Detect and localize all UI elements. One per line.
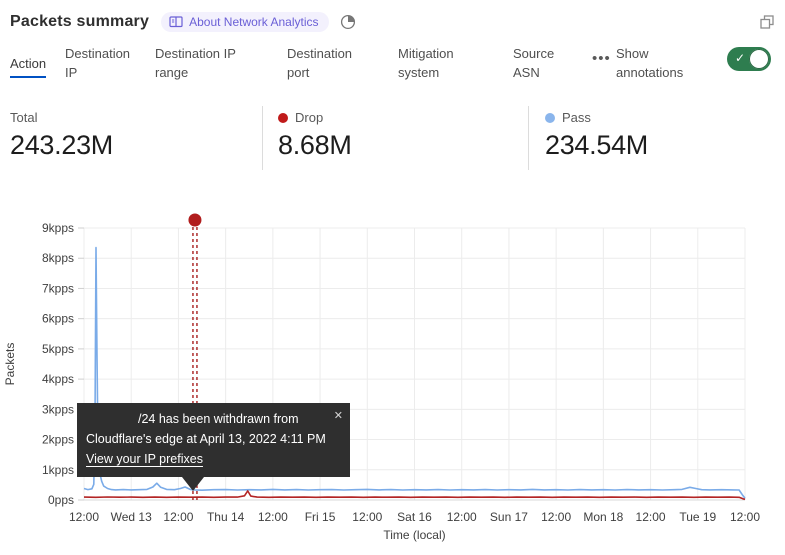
tab-action[interactable]: Action xyxy=(10,54,46,78)
x-axis-tick-label: 12:00 xyxy=(730,510,760,524)
y-axis-tick-label: 7kpps xyxy=(42,281,74,295)
stats-row: Total 243.23M Drop 8.68M Pass 234.54M xyxy=(0,106,785,176)
x-axis-title: Time (local) xyxy=(383,528,445,542)
tooltip-text-line2: Cloudflare's edge at April 13, 2022 4:11… xyxy=(86,429,341,449)
stat-pass: Pass 234.54M xyxy=(545,110,648,161)
show-annotations-label: Show annotations xyxy=(616,44,702,82)
x-axis-tick-label: Sun 17 xyxy=(490,510,528,524)
view-ip-prefixes-link[interactable]: View your IP prefixes xyxy=(86,452,203,466)
y-axis-tick-label: 0pps xyxy=(48,493,74,507)
stat-drop-value: 8.68M xyxy=(278,130,352,161)
book-icon xyxy=(169,16,183,28)
tooltip-text-line1: /24 has been withdrawn from xyxy=(86,409,341,429)
stat-divider xyxy=(262,106,263,170)
x-axis-tick-label: Fri 15 xyxy=(305,510,336,524)
about-network-analytics-badge[interactable]: About Network Analytics xyxy=(161,12,328,32)
close-icon[interactable]: ✕ xyxy=(334,406,343,426)
y-axis-tick-label: 9kpps xyxy=(42,221,74,235)
x-axis-tick-label: 12:00 xyxy=(258,510,288,524)
stat-total-value: 243.23M xyxy=(10,130,113,161)
toggle-knob xyxy=(749,49,769,69)
annotation-dot[interactable] xyxy=(188,214,201,227)
packets-chart: 12:00 Wed 13 12:00 Thu 14 12:00 Fri 15 12:00 Sa… xyxy=(0,195,785,555)
drop-legend-dot xyxy=(278,113,288,123)
show-annotations-toggle[interactable]: ✓ xyxy=(727,47,771,71)
badge-label: About Network Analytics xyxy=(189,15,318,29)
x-axis-tick-label: Sat 16 xyxy=(397,510,432,524)
x-axis-tick-label: Mon 18 xyxy=(583,510,623,524)
stat-total: Total 243.23M xyxy=(10,110,113,161)
y-axis-tick-label: 4kpps xyxy=(42,372,74,386)
expand-icon[interactable] xyxy=(759,14,775,30)
tab-destination-ip-range[interactable]: Destination IP range xyxy=(155,44,251,82)
stat-pass-value: 234.54M xyxy=(545,130,648,161)
stat-drop: Drop 8.68M xyxy=(278,110,352,161)
x-axis-tick-label: Wed 13 xyxy=(111,510,152,524)
y-axis-tick-label: 3kpps xyxy=(42,402,74,416)
toggle-check-icon: ✓ xyxy=(735,51,745,65)
stat-divider xyxy=(528,106,529,170)
x-axis-tick-label: 12:00 xyxy=(636,510,666,524)
packets-summary-panel: Packets summary About Network Analytics xyxy=(0,0,785,555)
x-axis-tick-label: 12:00 xyxy=(447,510,477,524)
tab-mitigation-system[interactable]: Mitigation system xyxy=(398,44,478,82)
y-axis-tick-label: 1kpps xyxy=(42,463,74,477)
stat-drop-label: Drop xyxy=(295,110,323,125)
y-axis-tick-label: 5kpps xyxy=(42,342,74,356)
page-title: Packets summary xyxy=(10,13,149,31)
x-axis-tick-label: Thu 14 xyxy=(207,510,245,524)
pass-legend-dot xyxy=(545,113,555,123)
tab-destination-ip[interactable]: Destination IP xyxy=(65,44,137,82)
x-axis-tick-label: 12:00 xyxy=(69,510,99,524)
x-axis-tick-label: 12:00 xyxy=(541,510,571,524)
y-axis-tick-label: 2kpps xyxy=(42,433,74,447)
annotation-tooltip: ✕ /24 has been withdrawn from Cloudflare… xyxy=(77,403,350,477)
time-period-icon[interactable] xyxy=(339,13,357,31)
stat-pass-label: Pass xyxy=(562,110,591,125)
y-axis-tick-label: 8kpps xyxy=(42,251,74,265)
tab-source-asn[interactable]: Source ASN xyxy=(513,44,569,82)
y-axis-tick-label: 6kpps xyxy=(42,312,74,326)
more-tabs-button[interactable]: ••• xyxy=(592,50,611,67)
x-axis-tick-label: Tue 19 xyxy=(679,510,716,524)
x-axis-tick-label: 12:00 xyxy=(163,510,193,524)
tooltip-pointer xyxy=(182,477,204,491)
x-axis-tick-label: 12:00 xyxy=(352,510,382,524)
panel-header: Packets summary About Network Analytics xyxy=(10,8,775,36)
stat-total-label: Total xyxy=(10,110,37,125)
y-axis-title: Packets xyxy=(3,343,17,386)
tab-destination-port[interactable]: Destination port xyxy=(287,44,367,82)
dimension-tabs: Action Destination IP Destination IP ran… xyxy=(0,44,785,92)
